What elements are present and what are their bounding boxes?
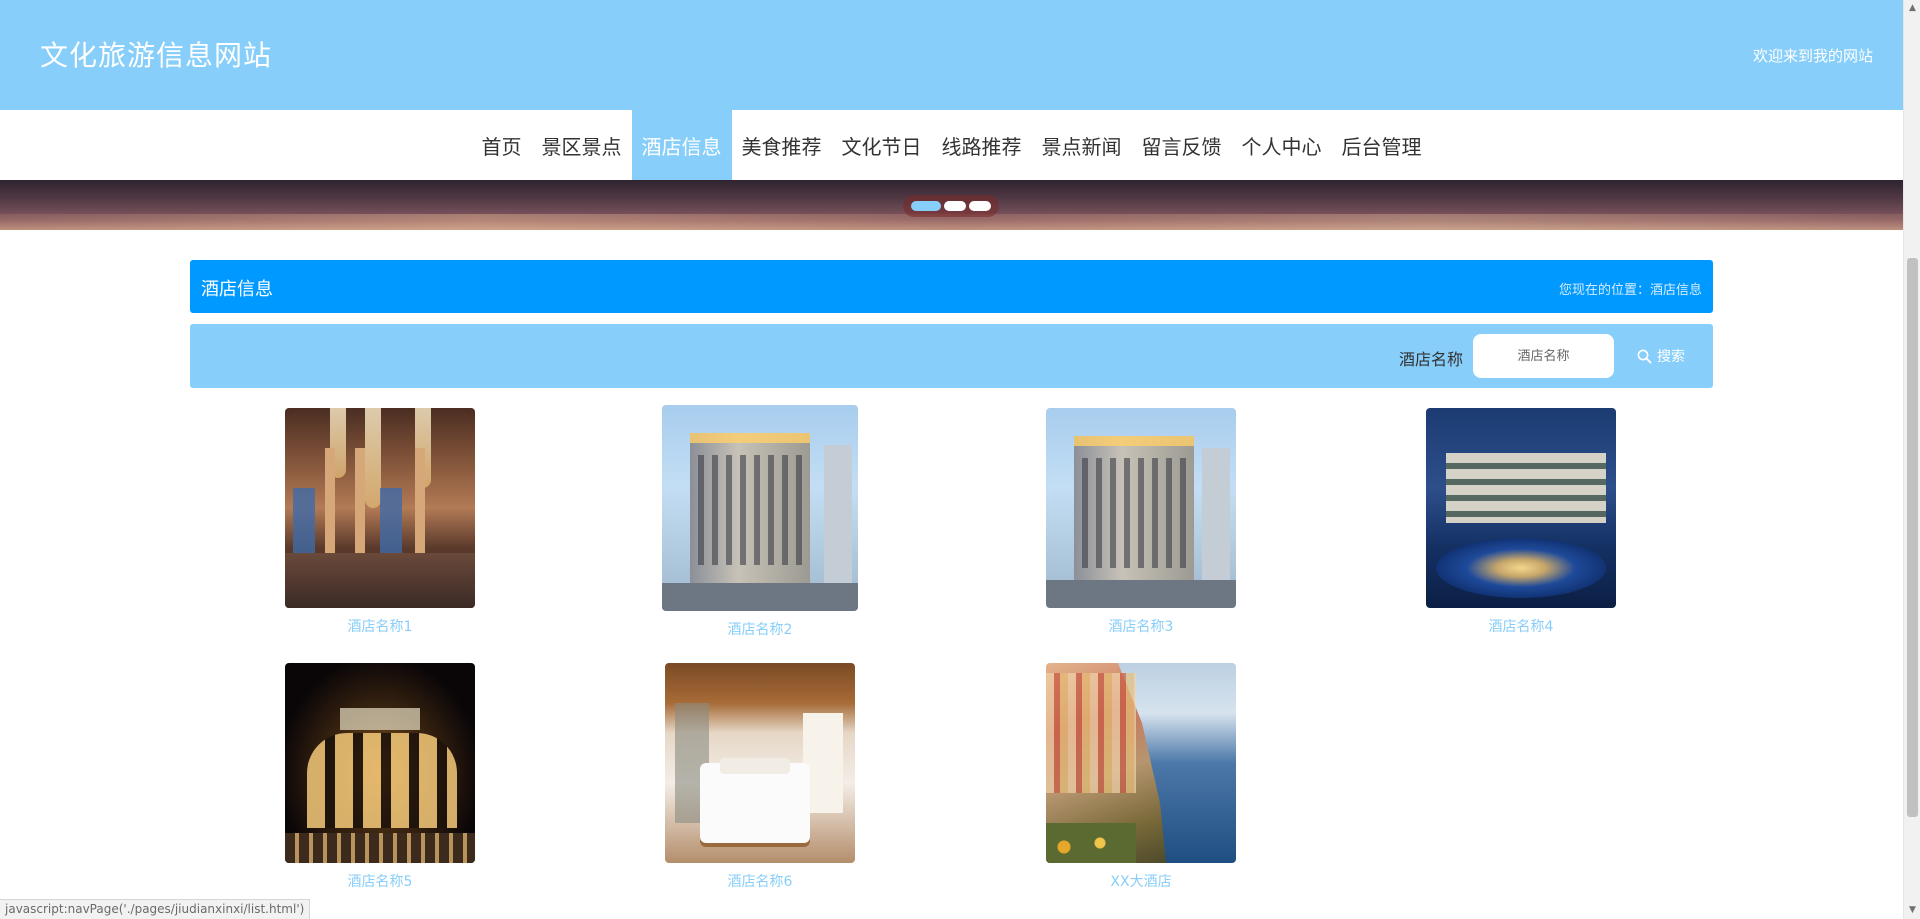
search-icon (1637, 349, 1652, 364)
hotel-night-facade-image[interactable] (285, 663, 475, 863)
nav-item-festivals[interactable]: 文化节日 (832, 110, 932, 180)
nav-item-hotel-info[interactable]: 酒店信息 (631, 110, 732, 180)
browser-status-bar: javascript:navPage('./pages/jiudianxinxi… (0, 899, 311, 919)
breadcrumb: 您现在的位置：酒店信息 (1559, 279, 1702, 298)
section-title-bar: 酒店信息 您现在的位置：酒店信息 (190, 260, 1713, 313)
hotel-name-link[interactable]: 酒店名称3 (1041, 616, 1241, 636)
carousel-dot-3[interactable] (969, 201, 992, 211)
hotel-lobby-image[interactable] (285, 408, 475, 608)
coastal-village-image[interactable] (1046, 663, 1236, 863)
site-title: 文化旅游信息网站 (40, 39, 273, 72)
hotel-card[interactable]: XX大酒店 (1041, 663, 1241, 891)
hotel-name-link[interactable]: 酒店名称4 (1421, 616, 1621, 636)
resort-night-image[interactable] (1426, 408, 1616, 608)
nav-item-food[interactable]: 美食推荐 (732, 110, 832, 180)
nav-item-admin[interactable]: 后台管理 (1332, 110, 1432, 180)
hotel-name-link[interactable]: 酒店名称6 (660, 871, 860, 891)
search-bar: 酒店名称 搜索 (190, 324, 1713, 388)
breadcrumb-prefix: 您现在的位置： (1558, 283, 1650, 298)
hotel-name-link[interactable]: 酒店名称2 (660, 619, 860, 639)
hotel-building-image[interactable] (1046, 408, 1236, 608)
hotel-card[interactable]: 酒店名称6 (660, 663, 860, 891)
hotel-name-link[interactable]: XX大酒店 (1041, 871, 1241, 891)
carousel-indicators (903, 195, 999, 217)
hotel-card[interactable]: 酒店名称4 (1421, 408, 1621, 636)
nav-item-feedback[interactable]: 留言反馈 (1132, 110, 1232, 180)
scroll-down-arrow-icon[interactable]: ▼ (1908, 906, 1917, 915)
nav-item-user-center[interactable]: 个人中心 (1232, 110, 1332, 180)
hotel-name-search-input[interactable] (1473, 334, 1614, 378)
hotel-card[interactable]: 酒店名称3 (1041, 408, 1241, 636)
site-header: 文化旅游信息网站 欢迎来到我的网站 (0, 0, 1903, 110)
carousel-dot-2[interactable] (943, 201, 966, 211)
hotel-name-link[interactable]: 酒店名称5 (280, 871, 480, 891)
nav-item-scenic-spots[interactable]: 景区景点 (532, 110, 632, 180)
search-button-label: 搜索 (1657, 349, 1685, 365)
carousel-dot-1[interactable] (910, 201, 941, 211)
search-button[interactable]: 搜索 (1637, 344, 1685, 368)
main-nav: 首页 景区景点 酒店信息 美食推荐 文化节日 线路推荐 景点新闻 留言反馈 个人… (0, 110, 1903, 180)
hotel-room-image[interactable] (665, 663, 855, 863)
nav-item-routes[interactable]: 线路推荐 (932, 110, 1032, 180)
search-label: 酒店名称 (1399, 350, 1464, 369)
welcome-text: 欢迎来到我的网站 (1752, 47, 1873, 65)
nav-item-news[interactable]: 景点新闻 (1032, 110, 1132, 180)
hotel-building-image[interactable] (662, 405, 858, 611)
section-title: 酒店信息 (201, 279, 273, 300)
hotel-card[interactable]: 酒店名称1 (280, 408, 480, 636)
scroll-up-arrow-icon[interactable]: ▲ (1908, 4, 1917, 13)
banner-carousel (0, 180, 1903, 230)
hotel-card[interactable]: 酒店名称2 (660, 405, 860, 639)
page-scrollbar[interactable]: ▲ ▼ (1903, 0, 1920, 919)
nav-item-home[interactable]: 首页 (472, 110, 532, 180)
hotel-card[interactable]: 酒店名称5 (280, 663, 480, 891)
scrollbar-thumb[interactable] (1907, 258, 1918, 817)
breadcrumb-current[interactable]: 酒店信息 (1650, 283, 1702, 298)
hotel-name-link[interactable]: 酒店名称1 (280, 616, 480, 636)
